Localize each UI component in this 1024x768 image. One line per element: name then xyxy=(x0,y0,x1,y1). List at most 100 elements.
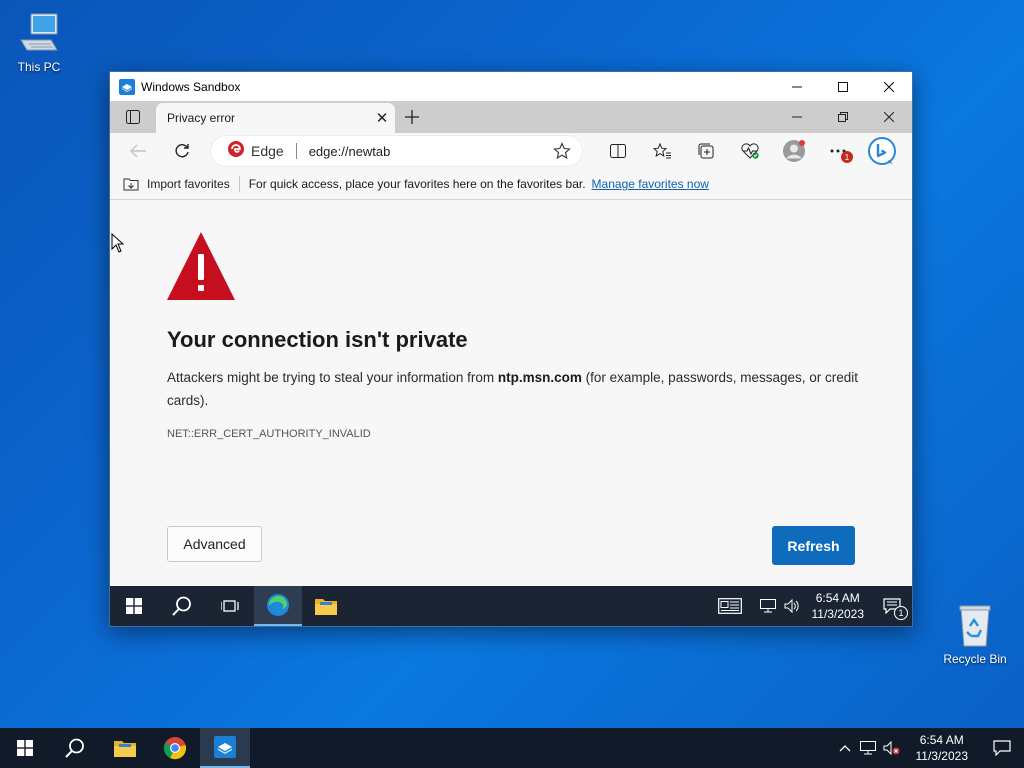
toolbar-actions: 1 xyxy=(596,133,904,169)
host-chrome[interactable] xyxy=(150,728,200,768)
host-start-button[interactable] xyxy=(0,728,50,768)
host-windows-sandbox[interactable] xyxy=(200,728,250,768)
folder-icon xyxy=(114,741,136,757)
import-favorites-button[interactable]: Import favorites xyxy=(123,177,230,191)
collections-icon xyxy=(698,143,714,159)
computer-icon xyxy=(15,10,63,58)
sandbox-date: 11/3/2023 xyxy=(811,607,865,621)
tab-strip: Privacy error ✕ xyxy=(110,101,912,133)
bing-chat-icon xyxy=(868,137,896,165)
error-description: Attackers might be trying to steal your … xyxy=(167,366,867,412)
task-view-icon xyxy=(221,600,239,612)
favorite-star-icon[interactable] xyxy=(542,142,582,160)
sandbox-title-bar[interactable]: Windows Sandbox xyxy=(110,72,912,101)
heart-pulse-icon xyxy=(741,143,759,159)
sandbox-clock[interactable]: 6:54 AM 11/3/2023 xyxy=(804,590,873,622)
edge-close-button[interactable] xyxy=(866,101,912,133)
warning-triangle-icon xyxy=(167,232,235,300)
start-button[interactable] xyxy=(110,586,158,626)
import-favorites-label: Import favorites xyxy=(147,177,230,191)
sandbox-title: Windows Sandbox xyxy=(141,79,241,94)
task-view-button[interactable] xyxy=(206,586,254,626)
address-bar[interactable]: Edge edge://newtab xyxy=(211,136,582,166)
desktop-icon-recycle-bin[interactable]: Recycle Bin xyxy=(940,602,1010,666)
host-taskbar: 6:54 AM 11/3/2023 xyxy=(0,728,1024,768)
host-network-icon[interactable] xyxy=(856,728,880,768)
edge-icon xyxy=(267,594,289,616)
sandbox-time: 6:54 AM xyxy=(815,591,860,605)
host-system-tray: 6:54 AM 11/3/2023 xyxy=(834,728,1024,768)
favbar-divider xyxy=(238,176,240,192)
collections-button[interactable] xyxy=(684,133,728,169)
close-button[interactable] xyxy=(866,72,912,101)
back-arrow-icon xyxy=(130,144,146,158)
refresh-icon xyxy=(175,144,189,158)
tab-close-icon[interactable]: ✕ xyxy=(369,109,395,127)
copilot-button[interactable] xyxy=(860,133,904,169)
host-action-center-button[interactable] xyxy=(980,728,1024,768)
maximize-button[interactable] xyxy=(820,72,866,101)
windows-logo-icon xyxy=(126,598,142,614)
recycle-bin-icon xyxy=(951,602,999,650)
back-button[interactable] xyxy=(116,133,160,169)
notification-badge: 1 xyxy=(841,151,853,163)
edge-shield-icon xyxy=(227,140,245,163)
split-screen-button[interactable] xyxy=(596,133,640,169)
host-time: 6:54 AM xyxy=(919,733,964,747)
address-url[interactable]: edge://newtab xyxy=(309,144,542,159)
taskbar-edge[interactable] xyxy=(254,586,302,626)
error-page: Your connection isn't private Attackers … xyxy=(110,205,912,586)
windows-logo-icon xyxy=(17,740,33,756)
manage-favorites-link[interactable]: Manage favorites now xyxy=(592,177,709,191)
tab-title: Privacy error xyxy=(167,111,236,125)
minimize-button[interactable] xyxy=(774,72,820,101)
folder-icon xyxy=(315,599,337,615)
edge-restore-button[interactable] xyxy=(820,101,866,133)
sandbox-window: Windows Sandbox Privacy error ✕ Edge edg… xyxy=(109,71,913,627)
tab-actions-button[interactable] xyxy=(110,101,156,133)
new-tab-button[interactable] xyxy=(395,101,429,133)
tab-actions-icon xyxy=(126,110,140,124)
search-icon xyxy=(172,596,191,616)
error-title: Your connection isn't private xyxy=(167,327,468,352)
volume-icon[interactable] xyxy=(780,586,804,626)
folder-import-icon xyxy=(123,178,139,191)
plus-icon xyxy=(405,110,419,124)
desktop-icon-this-pc[interactable]: This PC xyxy=(4,10,74,74)
news-button[interactable] xyxy=(710,586,750,626)
news-icon xyxy=(717,598,742,614)
host-volume-muted-icon[interactable] xyxy=(880,728,904,768)
tab-privacy-error[interactable]: Privacy error ✕ xyxy=(156,103,395,133)
address-brand: Edge xyxy=(251,143,284,159)
refresh-button[interactable] xyxy=(160,133,204,169)
favorites-bar-message: For quick access, place your favorites h… xyxy=(248,177,586,191)
settings-and-more-button[interactable]: 1 xyxy=(816,133,860,169)
browser-essentials-button[interactable] xyxy=(728,133,772,169)
host-date: 11/3/2023 xyxy=(915,749,969,763)
show-hidden-icons-button[interactable] xyxy=(834,728,856,768)
action-center-button[interactable]: 1 xyxy=(872,586,912,626)
host-search-button[interactable] xyxy=(50,728,100,768)
address-divider xyxy=(295,143,297,159)
network-icon[interactable] xyxy=(756,586,780,626)
chevron-up-icon xyxy=(839,745,850,752)
error-description-part1: Attackers might be trying to steal your … xyxy=(167,370,498,385)
favorites-button[interactable] xyxy=(640,133,684,169)
avatar-icon xyxy=(783,140,805,162)
desktop-icon-label: Recycle Bin xyxy=(943,652,1007,666)
profile-button[interactable] xyxy=(772,133,816,169)
sandbox-app-icon xyxy=(119,78,135,95)
advanced-button[interactable]: Advanced xyxy=(167,526,262,562)
host-clock[interactable]: 6:54 AM 11/3/2023 xyxy=(904,732,981,764)
edge-minimize-button[interactable] xyxy=(774,101,820,133)
favorites-bar: Import favorites For quick access, place… xyxy=(110,169,912,200)
refresh-page-button[interactable]: Refresh xyxy=(772,526,855,565)
edge-browser: Privacy error ✕ Edge edge://newtab 1 Imp… xyxy=(110,101,912,586)
host-file-explorer[interactable] xyxy=(100,728,150,768)
search-icon xyxy=(65,738,84,758)
notification-count-badge: 1 xyxy=(894,606,908,620)
taskbar-file-explorer[interactable] xyxy=(302,586,350,626)
search-button[interactable] xyxy=(158,586,206,626)
sandbox-taskbar: 6:54 AM 11/3/2023 1 xyxy=(110,586,912,626)
sandbox-icon xyxy=(214,736,236,758)
